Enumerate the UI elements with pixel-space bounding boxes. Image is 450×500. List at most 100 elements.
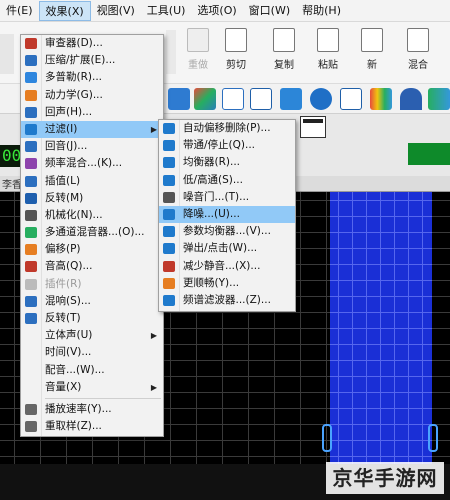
toolbar-button[interactable]: 新	[350, 26, 394, 71]
menu-item[interactable]: 立体声(U) ▶	[21, 327, 163, 344]
menu-item-label: 反转(M)	[45, 191, 84, 204]
watermark-logo: 京华手游网	[326, 462, 444, 494]
submenu-arrow-icon: ▶	[150, 124, 157, 134]
menu-item[interactable]: 音高(Q)...	[21, 258, 163, 275]
menu-item[interactable]: 过滤(I) ▶	[21, 120, 163, 139]
selection-end-marker[interactable]	[428, 424, 438, 452]
fx-updown-icon[interactable]	[310, 88, 332, 110]
toolbar-button[interactable]: 剪切	[214, 26, 258, 71]
scissors-icon	[225, 28, 247, 52]
menu-item[interactable]: 压缩/扩展(E)...	[21, 52, 163, 69]
menu-item[interactable]: 偏移(P)	[21, 241, 163, 258]
menu-item-label: 反转(T)	[45, 312, 81, 324]
menu-item[interactable]: 反转(T)	[21, 310, 163, 327]
menu-item[interactable]: 配音...(W)...	[21, 362, 163, 379]
grid-line	[330, 408, 432, 409]
menu-item[interactable]: 工具(U)	[141, 1, 192, 21]
toolbar-left-partial	[0, 34, 14, 74]
toolbar-button[interactable]: 粘贴	[306, 26, 350, 71]
menu-item[interactable]: 件(E)	[0, 1, 39, 21]
grid-line	[394, 192, 395, 500]
menu-item[interactable]: 频谱滤波器...(Z)...	[159, 292, 295, 309]
menu-item[interactable]: 降噪...(U)...	[159, 205, 295, 224]
plugin-icon	[25, 278, 37, 290]
playback-rate-icon	[25, 403, 37, 415]
fx-color-icon[interactable]	[194, 88, 216, 110]
menu-item-label: 噪音门...(T)...	[183, 190, 250, 203]
auto-dc-icon	[163, 123, 175, 134]
menu-item-label: 弹出/点击(W)...	[183, 242, 258, 255]
grid-line	[330, 232, 432, 233]
track-tab[interactable]: 李香	[0, 180, 22, 191]
menu-item-label: 混响(S)...	[45, 294, 91, 307]
menu-item-label: 频率混合...(K)...	[45, 157, 123, 170]
menu-item[interactable]: 时间(V)...	[21, 344, 163, 361]
volume-icon	[25, 381, 37, 393]
menu-item[interactable]: 低/高通(S)...	[159, 172, 295, 189]
menu-item[interactable]: 回声(H)...	[21, 104, 163, 121]
menu-item-label: 插值(L)	[45, 174, 81, 187]
panel-window-icon[interactable]	[300, 116, 326, 138]
lowhigh-pass-icon	[163, 174, 175, 186]
selection-start-marker[interactable]	[322, 424, 332, 452]
grid-line	[330, 296, 432, 297]
menu-item[interactable]: 帮助(H)	[296, 1, 347, 21]
menu-item[interactable]: 回音(J)...	[21, 138, 163, 155]
fx-arch-icon[interactable]	[400, 88, 422, 110]
grid-line	[330, 216, 432, 217]
selection-region[interactable]	[330, 192, 432, 500]
fx-swap-icon[interactable]	[250, 88, 272, 110]
menu-item[interactable]: 动力学(G)...	[21, 87, 163, 104]
toolbar-button[interactable]: 混合	[396, 26, 440, 71]
menu-item-label: 回声(H)...	[45, 105, 93, 118]
toolbar-button[interactable]: 复制	[262, 26, 306, 71]
submenu-arrow-icon: ▶	[150, 331, 157, 341]
menu-item[interactable]: 减少静音...(X)...	[159, 258, 295, 275]
menu-item-label: 均衡器(R)...	[183, 156, 241, 169]
fx-spectrum-icon[interactable]	[370, 88, 392, 110]
grid-line	[330, 424, 432, 425]
menu-item[interactable]: 机械化(N)...	[21, 207, 163, 224]
fx-meter-icon[interactable]	[428, 88, 450, 110]
menu-item[interactable]: 频率混合...(K)...	[21, 155, 163, 172]
menu-item[interactable]: 窗口(W)	[243, 1, 296, 21]
menu-item-label: 低/高通(S)...	[183, 173, 243, 186]
menu-item[interactable]: 弹出/点击(W)...	[159, 240, 295, 257]
multichannel-icon	[25, 227, 37, 239]
menu-item[interactable]: 重取样(Z)...	[21, 418, 163, 435]
menu-item[interactable]: 自动偏移删除(P)...	[159, 120, 295, 137]
menu-item[interactable]: 参数均衡器...(V)...	[159, 223, 295, 240]
menu-item[interactable]: 多通道混音器...(O)...	[21, 224, 163, 241]
menu-item-label: 过滤(I)	[45, 122, 78, 135]
inspector-icon	[25, 38, 37, 49]
reverse-icon	[25, 313, 37, 324]
reduce-silence-icon	[163, 260, 175, 272]
invert-icon	[25, 192, 37, 204]
menu-item[interactable]: 播放速率(Y)...	[21, 401, 163, 418]
menu-item[interactable]: 多普勒(R)...	[21, 69, 163, 86]
menu-item[interactable]: 均衡器(R)...	[159, 154, 295, 171]
menu-item-label: 机械化(N)...	[45, 208, 103, 221]
redo-icon	[187, 28, 209, 52]
compress-icon	[25, 55, 37, 67]
mix-icon	[407, 28, 429, 52]
menu-item[interactable]: 更顺畅(Y)...	[159, 275, 295, 292]
menu-item[interactable]: 视图(V)	[91, 1, 141, 21]
fx-arrow-left-icon[interactable]	[280, 88, 302, 110]
fx-gear-icon[interactable]	[168, 88, 190, 110]
menu-item[interactable]: 噪音门...(T)...	[159, 189, 295, 206]
menu-item[interactable]: 效果(X)	[38, 0, 91, 21]
menu-item[interactable]: 插值(L)	[21, 173, 163, 190]
fx-chart-icon[interactable]	[222, 88, 244, 110]
toolbar-button-label: 剪切	[226, 60, 246, 71]
menu-item[interactable]: 选项(O)	[191, 1, 242, 21]
menu-item[interactable]: 音量(X) ▶	[21, 379, 163, 396]
reverb2-icon	[25, 295, 37, 307]
grid-line	[380, 192, 381, 500]
fx-sliders-icon[interactable]	[340, 88, 362, 110]
menu-item[interactable]: 混响(S)...	[21, 293, 163, 310]
menu-item[interactable]: 审查器(D)...	[21, 35, 163, 52]
filter-icon	[25, 123, 37, 135]
menu-item[interactable]: 带通/停止(Q)...	[159, 137, 295, 154]
menu-item[interactable]: 反转(M)	[21, 190, 163, 207]
